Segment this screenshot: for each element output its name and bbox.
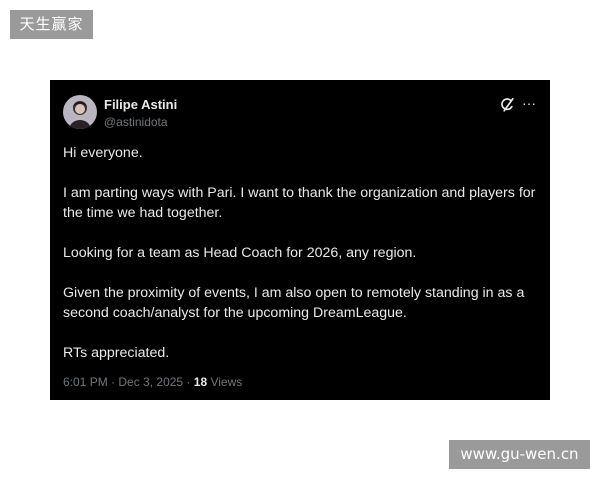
- grok-icon[interactable]: [499, 97, 515, 113]
- author-name[interactable]: Filipe Astini: [104, 97, 177, 112]
- watermark-bottom-right: www.gu-wen.cn: [449, 440, 590, 469]
- views-label: Views: [207, 375, 243, 389]
- more-options-icon[interactable]: ···: [521, 96, 537, 113]
- tweet-paragraph: RTs appreciated.: [63, 345, 170, 361]
- meta-separator: ·: [183, 375, 194, 389]
- avatar-image: [63, 95, 97, 129]
- tweet-paragraph: I am parting ways with Pari. I want to t…: [63, 185, 536, 221]
- author-handle[interactable]: @astinidota: [104, 115, 168, 129]
- tweet-metadata: 6:01 PM · Dec 3, 2025 · 18 Views: [63, 375, 242, 389]
- tweet-text: Hi everyone. I am parting ways with Pari…: [63, 143, 543, 383]
- tweet-paragraph: Given the proximity of events, I am also…: [63, 285, 525, 321]
- tweet-paragraph: Looking for a team as Head Coach for 202…: [63, 245, 417, 261]
- tweet-date[interactable]: Dec 3, 2025: [118, 375, 183, 389]
- views-count[interactable]: 18: [194, 375, 207, 389]
- tweet-time[interactable]: 6:01 PM: [63, 375, 108, 389]
- avatar[interactable]: [63, 95, 97, 129]
- tweet-card: Filipe Astini @astinidota ··· Hi everyon…: [50, 80, 550, 400]
- tweet-paragraph: Hi everyone.: [63, 145, 143, 161]
- watermark-top-left: 天生赢家: [10, 10, 93, 39]
- meta-separator: ·: [107, 375, 119, 389]
